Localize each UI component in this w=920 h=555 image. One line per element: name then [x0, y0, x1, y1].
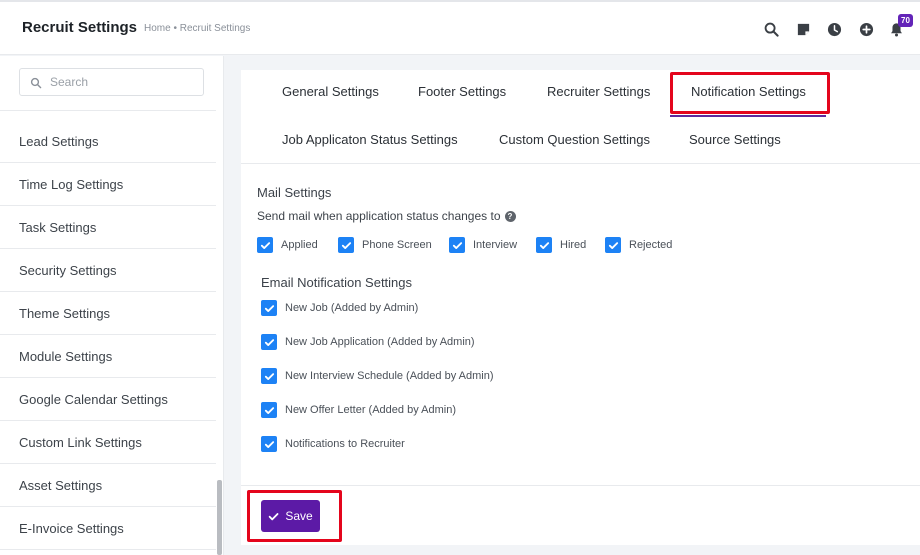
checkbox-checked-icon[interactable]	[605, 237, 621, 253]
tab-general-settings[interactable]: General Settings	[282, 84, 379, 99]
checkbox-new-job[interactable]: New Job (Added by Admin)	[261, 300, 418, 316]
checkbox-label: Hired	[560, 239, 587, 251]
checkbox-phone-screen[interactable]: Phone Screen	[338, 237, 432, 253]
sidebar-item-time-log-settings[interactable]: Time Log Settings	[0, 163, 216, 206]
checkbox-rejected[interactable]: Rejected	[605, 237, 672, 253]
checkbox-label: Notifications to Recruiter	[285, 438, 405, 450]
page-title: Recruit Settings	[22, 19, 138, 36]
sidebar-item-lead-settings[interactable]: Lead Settings	[0, 120, 216, 163]
checkbox-checked-icon[interactable]	[261, 300, 277, 316]
checkbox-new-offer-letter[interactable]: New Offer Letter (Added by Admin)	[261, 402, 456, 418]
checkbox-checked-icon[interactable]	[261, 436, 277, 452]
sidebar-item-module-settings[interactable]: Module Settings	[0, 335, 216, 378]
checkbox-checked-icon[interactable]	[257, 237, 273, 253]
tab-footer-settings[interactable]: Footer Settings	[418, 84, 506, 99]
highlight-box-notification-tab	[670, 72, 830, 114]
checkbox-label: Rejected	[629, 239, 673, 251]
add-circle-icon[interactable]	[857, 20, 875, 38]
checkbox-new-job-application[interactable]: New Job Application (Added by Admin)	[261, 334, 475, 350]
checkbox-label: New Job Application (Added by Admin)	[285, 336, 475, 348]
sidebar-item-theme-settings[interactable]: Theme Settings	[0, 292, 216, 335]
checkbox-checked-icon[interactable]	[449, 237, 465, 253]
tab-source-settings[interactable]: Source Settings	[689, 132, 781, 147]
checkbox-checked-icon[interactable]	[261, 368, 277, 384]
checkbox-applied[interactable]: Applied	[257, 237, 318, 253]
sticky-note-icon[interactable]	[794, 20, 812, 38]
checkbox-label: New Job (Added by Admin)	[285, 302, 419, 314]
mail-settings-title: Mail Settings	[257, 185, 332, 200]
description-text: Send mail when application status change…	[257, 209, 501, 223]
tab-recruiter-settings[interactable]: Recruiter Settings	[547, 84, 650, 99]
checkbox-label: New Interview Schedule (Added by Admin)	[285, 370, 494, 382]
divider	[241, 485, 920, 486]
checkbox-new-interview-schedule[interactable]: New Interview Schedule (Added by Admin)	[261, 368, 494, 384]
sidebar-item-security-settings[interactable]: Security Settings	[0, 249, 216, 292]
sidebar-item-google-calendar-settings[interactable]: Google Calendar Settings	[0, 378, 216, 421]
checkbox-label: Interview	[473, 239, 518, 251]
mail-settings-description: Send mail when application status change…	[257, 209, 516, 223]
sidebar-item-e-invoice-settings[interactable]: E-Invoice Settings	[0, 507, 216, 550]
search-icon	[30, 76, 42, 89]
sidebar-item-task-settings[interactable]: Task Settings	[0, 206, 216, 249]
checkbox-checked-icon[interactable]	[261, 402, 277, 418]
checkbox-label: New Offer Letter (Added by Admin)	[285, 404, 456, 416]
divider	[0, 110, 216, 111]
settings-card: General Settings Footer Settings Recruit…	[241, 70, 920, 545]
top-header: Recruit Settings Home • Recruit Settings…	[0, 0, 920, 55]
breadcrumb: Home • Recruit Settings	[144, 23, 251, 34]
checkbox-checked-icon[interactable]	[536, 237, 552, 253]
tab-custom-question-settings[interactable]: Custom Question Settings	[499, 132, 650, 147]
notification-count-badge: 70	[898, 14, 913, 27]
email-notification-settings-title: Email Notification Settings	[261, 275, 413, 290]
checkbox-hired[interactable]: Hired	[536, 237, 586, 253]
checkbox-checked-icon[interactable]	[261, 334, 277, 350]
highlight-box-save-button	[247, 490, 342, 542]
tab-job-application-status-settings[interactable]: Job Applicaton Status Settings	[282, 132, 458, 147]
checkbox-label: Applied	[281, 239, 318, 251]
checkbox-checked-icon[interactable]	[338, 237, 354, 253]
active-tab-indicator	[670, 115, 826, 117]
sidebar-scrollbar[interactable]	[217, 480, 222, 555]
checkbox-notifications-to-recruiter[interactable]: Notifications to Recruiter	[261, 436, 405, 452]
search-icon[interactable]	[762, 20, 780, 38]
sidebar-search[interactable]	[19, 68, 204, 96]
help-icon[interactable]: ?	[504, 210, 516, 222]
checkbox-label: Phone Screen	[362, 239, 432, 251]
clock-icon[interactable]	[825, 20, 843, 38]
checkbox-interview[interactable]: Interview	[449, 237, 517, 253]
sidebar-item-custom-link-settings[interactable]: Custom Link Settings	[0, 421, 216, 464]
settings-sidebar: Lead Settings Time Log Settings Task Set…	[0, 56, 224, 555]
search-input[interactable]	[50, 73, 200, 91]
sidebar-menu: Lead Settings Time Log Settings Task Set…	[0, 120, 216, 550]
sidebar-item-asset-settings[interactable]: Asset Settings	[0, 464, 216, 507]
